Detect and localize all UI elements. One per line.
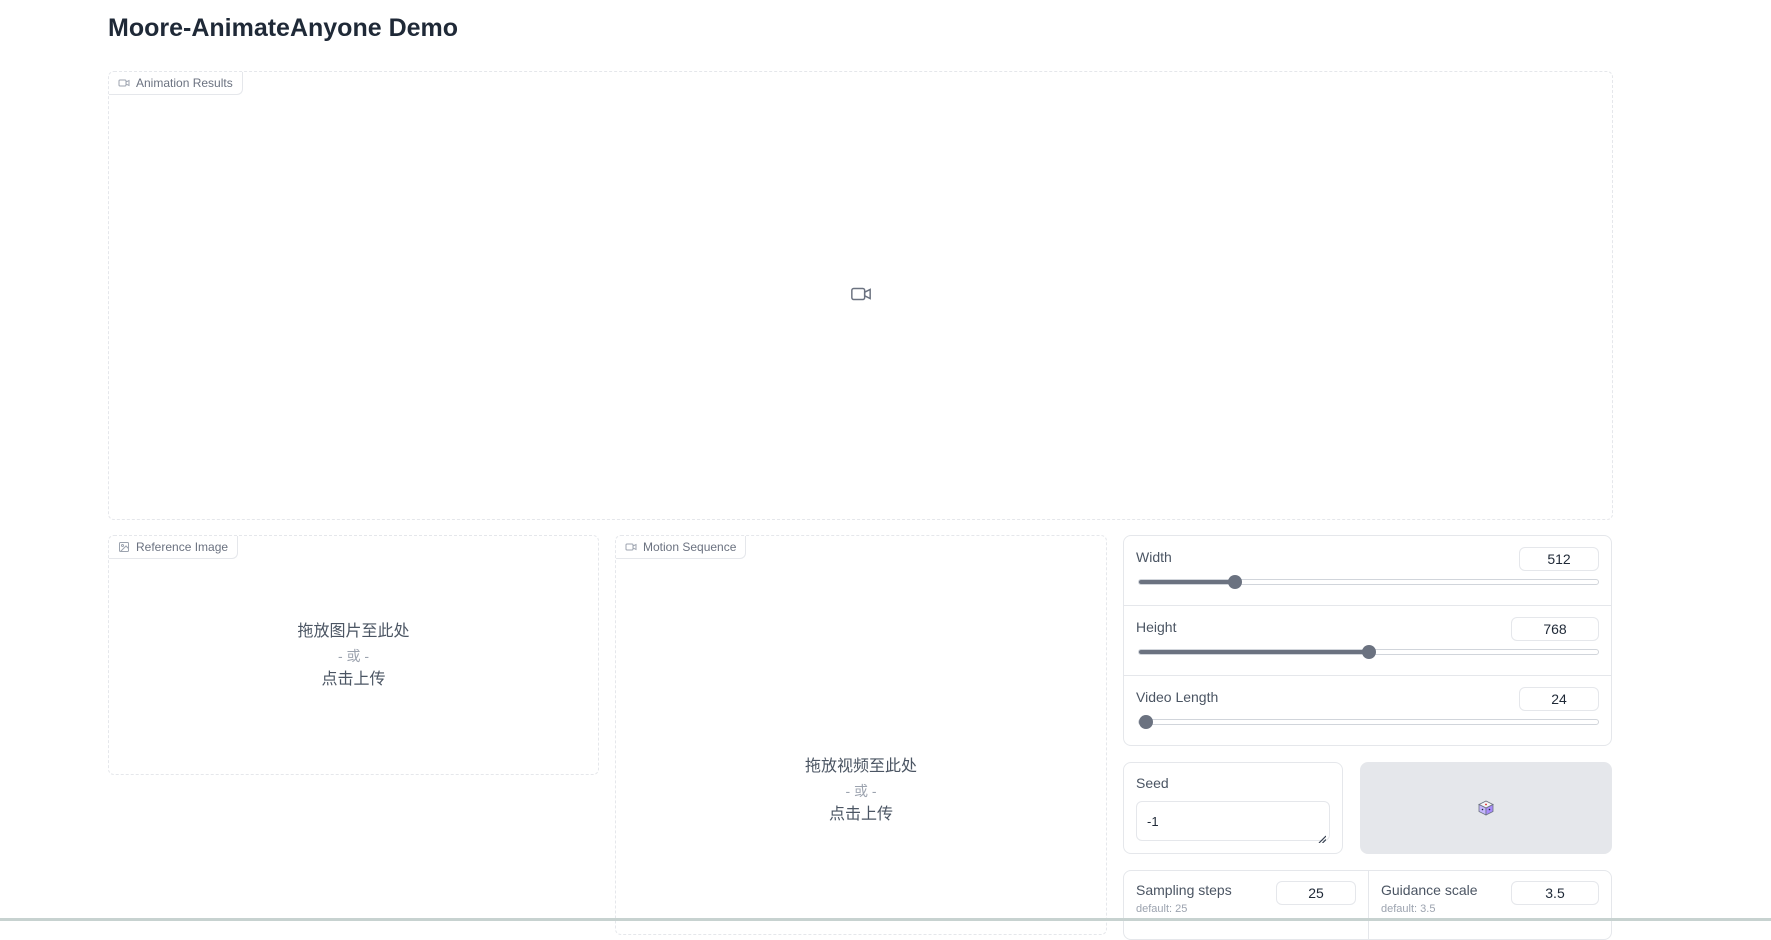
reference-image-upload[interactable]: Reference Image 拖放图片至此处 - 或 - 点击上传 [108,535,599,775]
image-icon [119,542,129,552]
or-text: - 或 - [337,648,370,664]
width-slider[interactable] [1138,575,1599,589]
seed-input[interactable] [1136,801,1330,841]
animation-results-label: Animation Results [136,76,233,90]
height-label: Height [1136,619,1177,635]
video-camera-icon [625,543,637,551]
height-slider-thumb[interactable] [1361,645,1376,659]
height-slider-row: Height [1124,606,1611,676]
resize-grip-icon[interactable] [1318,835,1326,843]
motion-sequence-label: Motion Sequence [643,540,737,554]
dimension-sliders-panel: Width Height Video Length [1123,535,1612,746]
drop-text: 拖放图片至此处 [297,623,410,640]
video-length-number-input[interactable] [1519,687,1599,711]
sampling-steps-label: Sampling steps [1136,882,1232,898]
height-slider-fill [1139,650,1369,654]
reference-image-label-tag: Reference Image [109,536,239,559]
width-slider-thumb[interactable] [1228,575,1243,589]
reference-image-label: Reference Image [136,540,229,554]
guidance-scale-label: Guidance scale [1381,882,1478,898]
page-title: Moore-AnimateAnyone Demo [108,14,459,42]
video-length-label: Video Length [1136,689,1219,705]
video-length-slider-thumb[interactable] [1139,715,1153,729]
click-upload-text: 点击上传 [828,806,893,823]
height-slider[interactable] [1138,645,1599,659]
width-label: Width [1136,549,1172,565]
random-seed-button[interactable] [1360,762,1612,854]
reference-image-drop-zone[interactable]: 拖放图片至此处 - 或 - 点击上传 [109,620,598,692]
sampling-guidance-panel: Sampling steps default: 25 Guidance scal… [1123,870,1612,940]
sampling-steps-default: default: 25 [1136,903,1188,915]
seed-panel: Seed [1123,762,1343,854]
video-length-slider[interactable] [1138,715,1599,729]
sampling-steps-input[interactable] [1276,881,1356,905]
motion-sequence-label-tag: Motion Sequence [616,536,747,559]
drop-text: 拖放视频至此处 [804,758,917,775]
width-number-input[interactable] [1519,547,1599,571]
height-number-input[interactable] [1511,617,1599,641]
video-camera-icon [118,79,130,87]
video-placeholder-icon [851,287,871,301]
motion-sequence-upload[interactable]: Motion Sequence 拖放视频至此处 - 或 - 点击上传 [615,535,1107,935]
sampling-steps-cell: Sampling steps default: 25 [1124,871,1369,939]
seed-label: Seed [1136,775,1169,791]
guidance-scale-cell: Guidance scale default: 3.5 [1369,871,1611,939]
dice-icon [1478,800,1494,816]
width-slider-fill [1139,580,1236,584]
animation-results-label-tag: Animation Results [109,72,243,95]
or-text: - 或 - [845,783,877,799]
motion-sequence-drop-zone[interactable]: 拖放视频至此处 - 或 - 点击上传 [616,755,1106,827]
click-upload-text: 点击上传 [321,671,386,688]
width-slider-row: Width [1124,536,1611,606]
animation-results-video[interactable]: Animation Results [108,71,1613,520]
video-length-slider-row: Video Length [1124,676,1611,745]
guidance-scale-default: default: 3.5 [1381,903,1436,915]
guidance-scale-input[interactable] [1511,881,1599,905]
